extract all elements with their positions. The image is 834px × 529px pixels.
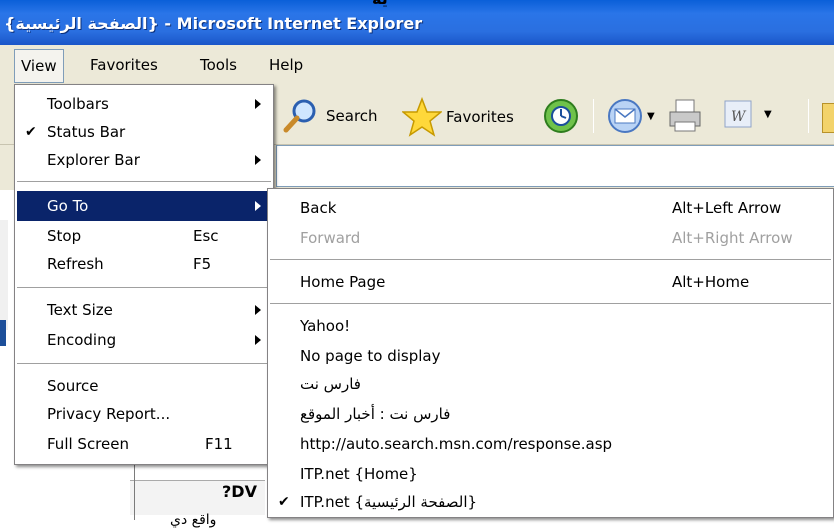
window-title: {الصفحة الرئيسية} - Microsoft Internet E… [4,14,423,33]
mail-button[interactable]: ▼ [606,97,655,135]
menu-item-label: Explorer Bar [47,151,140,169]
view-menu: Toolbars ✔ Status Bar Explorer Bar Go To… [14,84,274,465]
mail-icon [608,99,642,133]
checkmark-icon: ✔ [278,494,290,510]
menu-item-explorer-bar[interactable]: Explorer Bar [17,145,271,175]
edit-button[interactable]: W ▼ [722,97,772,131]
submenu-arrow-icon [255,305,261,315]
menu-item-source[interactable]: Source [17,371,271,401]
menu-favorites[interactable]: Favorites [84,45,164,85]
print-button[interactable] [666,97,704,135]
page-text-fragment: ?DV [222,482,257,501]
chevron-down-icon[interactable]: ▼ [764,109,772,120]
menu-item-full-screen[interactable]: Full Screen F11 [17,429,271,459]
menu-item-shortcut: F11 [205,435,233,453]
menu-item-history[interactable]: Yahoo! [270,311,831,341]
history-icon [544,99,578,133]
menu-item-label: Source [47,377,99,395]
menu-item-stop[interactable]: Stop Esc [17,221,271,251]
menu-item-label: Go To [47,197,89,215]
history-button[interactable] [542,97,580,135]
menu-tools[interactable]: Tools [194,45,243,85]
menu-item-encoding[interactable]: Encoding [17,325,271,355]
menu-item-label: Full Screen [47,435,129,453]
menu-separator [17,181,271,183]
toolbar-separator [593,99,594,133]
word-icon: W [724,100,752,128]
menu-item-label: Encoding [47,331,117,349]
star-icon [402,97,442,137]
address-input[interactable] [276,145,834,187]
menu-item-refresh[interactable]: Refresh F5 [17,249,271,279]
menu-item-toolbars[interactable]: Toolbars [17,89,271,119]
menu-item-history[interactable]: No page to display [270,341,831,371]
menu-item-label: No page to display [300,347,441,365]
page-text-fragment: واقع دي [170,512,217,528]
page-divider [134,460,135,520]
menu-bar: View Favorites Tools Help [0,45,834,85]
menu-item-label: Forward [300,229,361,247]
menu-item-forward[interactable]: Forward Alt+Right Arrow [270,223,831,253]
menu-item-label: http://auto.search.msn.com/response.asp [300,435,613,453]
menu-item-shortcut: F5 [193,255,212,273]
search-label: Search [326,107,378,125]
menu-item-history[interactable]: http://auto.search.msn.com/response.asp [270,429,831,459]
menu-item-shortcut: Alt+Left Arrow [672,199,782,217]
checkmark-icon: ✔ [25,124,37,140]
menu-item-privacy-report[interactable]: Privacy Report... [17,399,271,429]
menu-item-shortcut: Alt+Right Arrow [672,229,793,247]
favorites-label: Favorites [446,108,514,126]
menu-item-history[interactable]: فارس نت [270,369,831,399]
favorites-button[interactable]: Favorites [402,97,514,137]
menu-item-label: Privacy Report... [47,405,171,423]
menu-separator [270,259,831,261]
menu-item-shortcut: Alt+Home [672,273,750,291]
submenu-arrow-icon [255,99,261,109]
menu-view[interactable]: View [14,49,64,83]
menu-separator [17,363,271,365]
menu-separator [17,287,271,289]
menu-item-label: Text Size [47,301,113,319]
menu-item-label: ITP.net {Home} [300,465,418,483]
submenu-arrow-icon [255,155,261,165]
top-clipped-text: ية [372,0,388,8]
menu-help[interactable]: Help [263,45,309,85]
search-icon [283,99,316,133]
menu-item-go-to[interactable]: Go To [17,191,271,221]
folder-icon[interactable] [822,103,834,133]
menu-item-back[interactable]: Back Alt+Left Arrow [270,193,831,223]
page-edge [0,220,8,330]
menu-item-label: Status Bar [47,123,126,141]
menu-item-label: Yahoo! [300,317,351,335]
page-edge-mark [0,320,6,346]
menu-separator [270,303,831,305]
menu-item-label: Refresh [47,255,104,273]
title-bar: {الصفحة الرئيسية} - Microsoft Internet E… [0,0,834,45]
submenu-arrow-icon [255,335,261,345]
menu-item-history[interactable]: فارس نت : أخبار الموقع [270,399,831,429]
menu-item-label: Stop [47,227,82,245]
search-button[interactable]: Search [282,97,378,135]
submenu-arrow-icon [255,201,261,211]
menu-item-current-page[interactable]: ✔ ITP.net {الصفحة الرئيسية} [270,487,831,517]
menu-item-history[interactable]: ITP.net {Home} [270,459,831,489]
toolbar-separator [808,99,809,133]
menu-item-label: Back [300,199,337,217]
menu-item-text-size[interactable]: Text Size [17,295,271,325]
menu-item-shortcut: Esc [193,227,219,245]
menu-item-label: ITP.net {الصفحة الرئيسية} [300,493,478,511]
menu-item-label: فارس نت [300,375,361,393]
menu-item-label: Home Page [300,273,386,291]
svg-text:W: W [731,109,747,125]
menu-item-label: Toolbars [47,95,109,113]
goto-submenu: Back Alt+Left Arrow Forward Alt+Right Ar… [267,188,834,518]
menu-item-status-bar[interactable]: ✔ Status Bar [17,117,271,147]
menu-item-label: فارس نت : أخبار الموقع [300,405,451,423]
chevron-down-icon[interactable]: ▼ [647,111,655,122]
menu-item-home-page[interactable]: Home Page Alt+Home [270,267,831,297]
printer-icon [669,99,701,132]
